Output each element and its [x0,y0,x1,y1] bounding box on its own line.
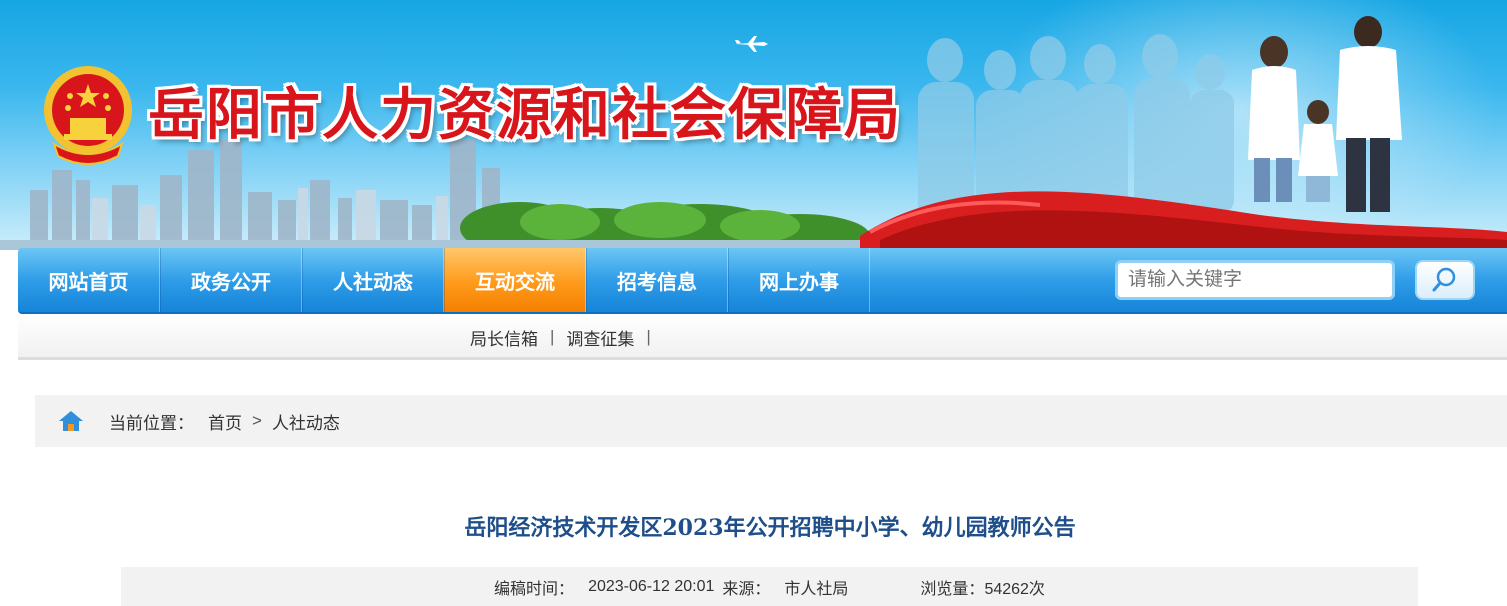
nav-items: 网站首页 政务公开 人社动态 互动交流 招考信息 网上办事 [18,248,870,312]
search-button[interactable] [1415,260,1475,300]
airplane-icon [735,36,768,52]
sub-nav-links: 局长信箱 | 调查征集 | [470,314,663,360]
nav-item-interaction[interactable]: 互动交流 [444,248,586,312]
article-meta: 编稿时间： 2023-06-12 20:01 来源： 市人社局 浏览量： 542… [121,567,1418,606]
search-icon [1432,267,1456,292]
nav-item-exams[interactable]: 招考信息 [586,248,728,312]
breadcrumb-current-link[interactable]: 人社动态 [272,409,340,434]
breadcrumb-prefix: 当前位置： [109,413,194,433]
national-emblem-icon [44,66,132,165]
home-icon [59,411,83,431]
meta-time-label: 编稿时间： [494,580,575,598]
chevron-right-icon: > [252,411,262,430]
header-banner: 岳阳市人力资源和社会保障局 [0,0,1507,250]
subnav-link-survey[interactable]: 调查征集 [566,325,634,350]
nav-item-home[interactable]: 网站首页 [18,248,160,312]
breadcrumb: 当前位置： 首页 > 人社动态 [35,395,1507,447]
breadcrumb-home-link[interactable]: 首页 [208,409,242,434]
subnav-link-director-mailbox[interactable]: 局长信箱 [470,325,538,350]
article-title: 岳阳经济技术开发区2023年公开招聘中小学、幼儿园教师公告 [464,515,1076,541]
sub-nav: 局长信箱 | 调查征集 | [18,314,1507,360]
meta-source-value: 市人社局 [784,580,849,598]
meta-time-value: 2023-06-12 20:01 [588,577,715,595]
nav-item-government-affairs[interactable]: 政务公开 [160,248,302,312]
separator: | [646,327,651,346]
meta-views-value: 54262次 [984,580,1045,598]
meta-source-label: 来源： [722,580,771,598]
site-title: 岳阳市人力资源和社会保障局 [148,82,902,148]
search-input[interactable] [1115,260,1395,300]
main-nav: 网站首页 政务公开 人社动态 互动交流 招考信息 网上办事 [18,248,1507,314]
separator: | [550,327,555,346]
nav-item-online-services[interactable]: 网上办事 [728,248,870,312]
meta-views-label: 浏览量： [920,580,985,598]
nav-item-news[interactable]: 人社动态 [302,248,444,312]
